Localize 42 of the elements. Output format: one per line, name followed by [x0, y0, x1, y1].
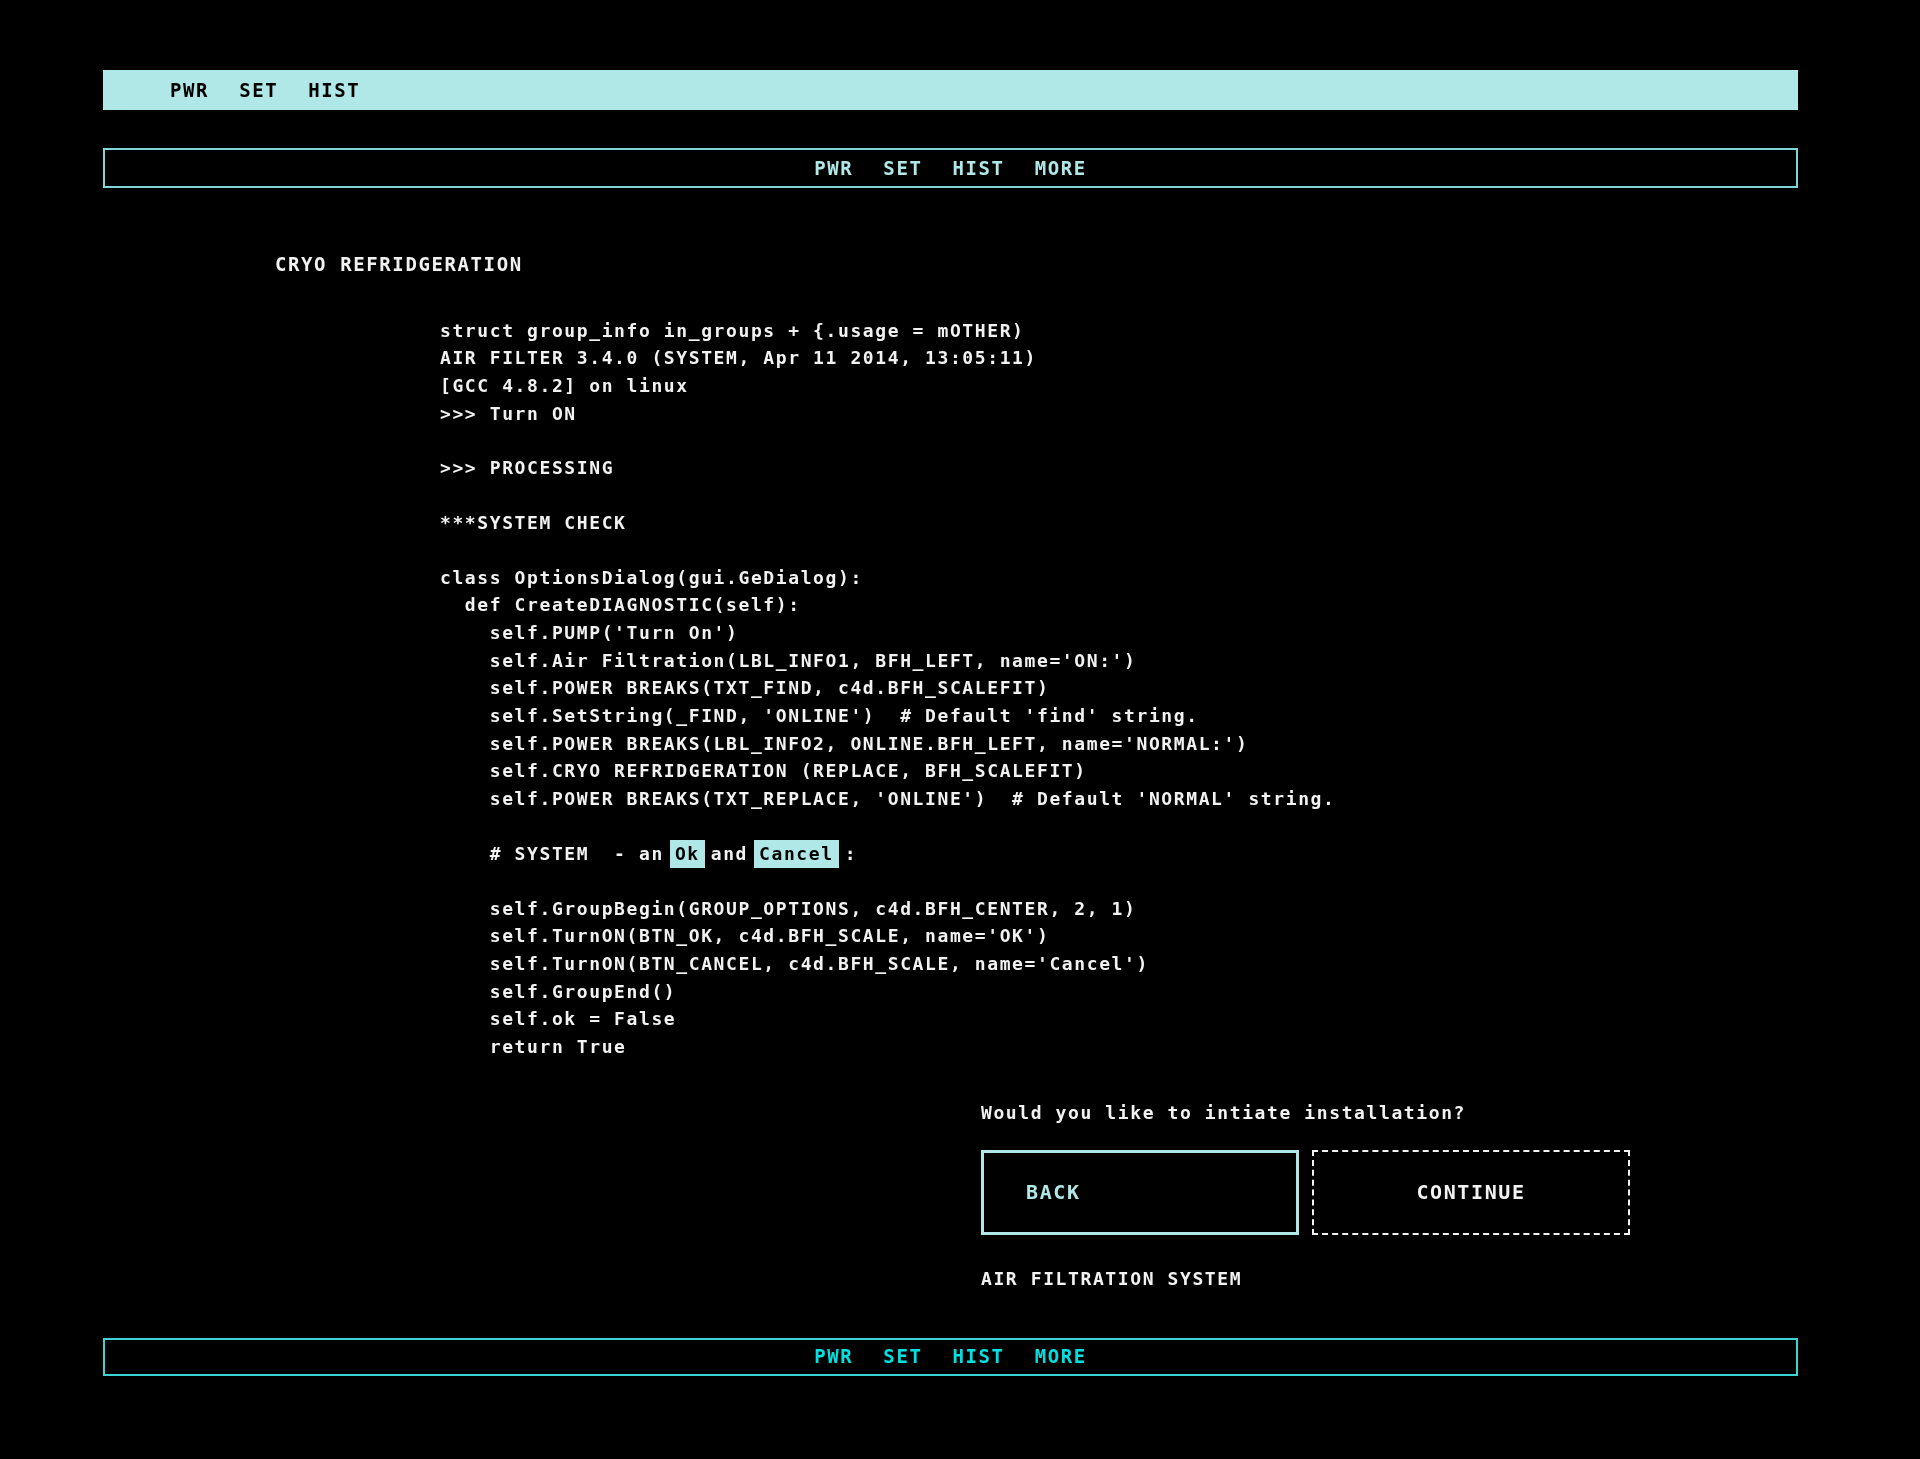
menu-item[interactable]: MORE — [1034, 153, 1087, 183]
code-line: self.POWER BREAKS(TXT_REPLACE, 'ONLINE') # Default 'NORMAL' string. — [488, 787, 1337, 812]
code-line: self.GroupEnd() — [488, 979, 678, 1004]
menu-item[interactable]: PWR — [170, 75, 210, 105]
code-line: struct group_info in_groups + {.usage = mOTHER) — [440, 318, 1026, 343]
menu-item[interactable]: PWR — [814, 1342, 854, 1371]
code-line: return True — [488, 1034, 628, 1059]
menu-item[interactable]: HIST — [952, 1342, 1005, 1371]
code-line: self.Air Filtration(LBL_INFO1, BFH_LEFT, name='ON:') — [488, 648, 1138, 673]
code-line: AIR FILTER 3.4.0 (SYSTEM, Apr 11 2014, 13:05:11) — [440, 346, 1038, 371]
menu-item[interactable]: HIST — [952, 153, 1005, 183]
code-line: [GCC 4.8.2] on linux — [440, 373, 690, 398]
menu-item[interactable]: HIST — [308, 75, 361, 105]
code-line: self.ok = False — [488, 1007, 678, 1032]
code-line: self.PUMP('Turn On') — [488, 621, 740, 645]
code-line: ***SYSTEM CHECK — [440, 510, 628, 535]
code-text: : — [844, 841, 858, 866]
code-line: >>> Turn ON — [440, 401, 578, 426]
code-text: # SYSTEM - an — [488, 841, 664, 866]
menu-item[interactable]: PWR — [814, 153, 854, 183]
code-line: self.SetString(_FIND, 'ONLINE') # Default 'find' string. — [488, 704, 1200, 729]
section-title: CRYO REFRIDGERATION — [275, 252, 524, 277]
menu-item[interactable]: SET — [883, 1342, 923, 1371]
code-line: self.CRYO REFRIDGERATION (REPLACE, BFH_SCALEFIT) — [488, 759, 1088, 784]
menu-item[interactable]: SET — [239, 75, 279, 105]
menu-item[interactable]: MORE — [1034, 1342, 1087, 1371]
code-line: self.GroupBegin(GROUP_OPTIONS, c4d.BFH_CENTER, 2, 1) — [488, 896, 1138, 921]
code-line: self.POWER BREAKS(TXT_FIND, c4d.BFH_SCALEFIT) — [488, 676, 1051, 701]
highlighted-word: Cancel — [754, 839, 839, 868]
dialog-button[interactable]: BACK — [981, 1149, 1299, 1235]
code-line: self.TurnON(BTN_OK, c4d.BFH_SCALE, name='OK') — [488, 924, 1051, 949]
code-line: >>> PROCESSING — [440, 456, 616, 481]
code-text: and — [710, 841, 749, 866]
code-line: class OptionsDialog(gui.GeDialog): — [440, 565, 864, 590]
question-text: Would you like to intiate installation? — [981, 1100, 1468, 1125]
highlighted-word: Ok — [669, 839, 705, 868]
code-line: self.POWER BREAKS(LBL_INFO2, ONLINE.BFH_LEFT, name='NORMAL:') — [488, 731, 1250, 756]
code-line: self.TurnON(BTN_CANCEL, c4d.BFH_SCALE, name='Cancel') — [488, 951, 1150, 976]
code-line: def CreateDIAGNOSTIC(self): — [463, 593, 802, 618]
menu-item[interactable]: SET — [883, 153, 923, 183]
system-label: AIR FILTRATION SYSTEM — [981, 1266, 1244, 1291]
dialog-button[interactable]: CONTINUE — [1312, 1149, 1630, 1235]
